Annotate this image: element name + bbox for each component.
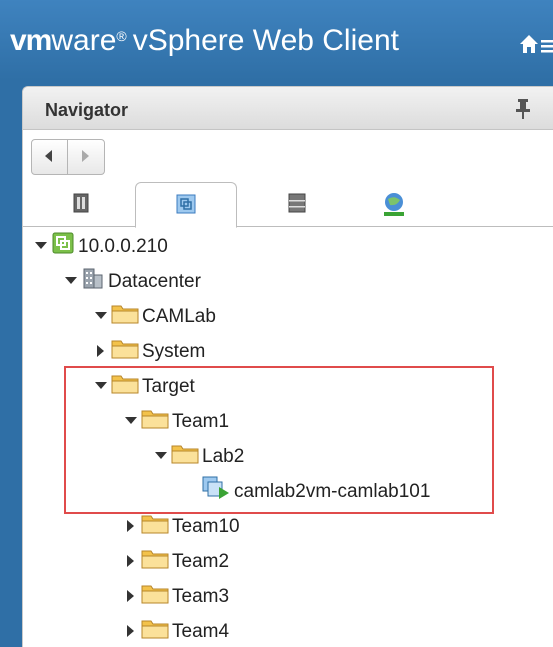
- product-name: vSphere Web Client: [132, 24, 399, 57]
- history-nav: [31, 139, 105, 175]
- forward-arrow-icon: [82, 150, 89, 162]
- collapse-arrow-icon[interactable]: [123, 623, 139, 639]
- hosts-clusters-tab[interactable]: [31, 182, 131, 226]
- collapse-arrow-icon[interactable]: [123, 518, 139, 534]
- tree-node-system[interactable]: System: [93, 337, 205, 365]
- vcenter-icon: [51, 231, 75, 261]
- network-icon: [384, 193, 404, 216]
- tree-node-datacenter[interactable]: Datacenter: [63, 267, 201, 295]
- tree-node-team2[interactable]: Team2: [123, 547, 229, 575]
- vms-templates-tab[interactable]: [135, 182, 237, 228]
- vm-templates-icon: [176, 194, 196, 214]
- collapse-arrow-icon[interactable]: [93, 343, 109, 359]
- folder-icon: [141, 547, 169, 575]
- navigator-panel: Navigator 10.0.0.210 Datacenter CAMLab S…: [22, 86, 553, 647]
- tree-label: System: [142, 340, 206, 362]
- folder-icon: [111, 337, 139, 365]
- tree-node-camlab[interactable]: CAMLab: [93, 302, 216, 330]
- tree-node-team10[interactable]: Team10: [123, 512, 240, 540]
- tree-label: Datacenter: [108, 270, 201, 292]
- tree-node-team4[interactable]: Team4: [123, 617, 229, 645]
- navigator-tabs: [23, 182, 553, 228]
- tree-node-vcenter[interactable]: 10.0.0.210: [33, 232, 168, 260]
- tree-label: CAMLab: [142, 305, 216, 327]
- folder-icon: [141, 512, 169, 540]
- home-icon[interactable]: [518, 32, 553, 56]
- collapse-arrow-icon[interactable]: [123, 553, 139, 569]
- brand-vm: vm: [10, 24, 52, 57]
- back-arrow-icon: [45, 150, 52, 162]
- navigator-header: Navigator: [23, 87, 553, 130]
- expand-arrow-icon[interactable]: [93, 308, 109, 324]
- folder-icon: [141, 617, 169, 645]
- tree-label: Team4: [172, 620, 230, 642]
- navigator-title: Navigator: [45, 100, 129, 120]
- datacenter-icon: [81, 266, 105, 296]
- storage-tab[interactable]: [247, 182, 347, 226]
- expand-arrow-icon[interactable]: [33, 238, 49, 254]
- tree-label: Team10: [172, 515, 240, 537]
- networking-tab[interactable]: [343, 182, 443, 226]
- host-icon: [73, 193, 89, 213]
- top-bar: vmware® vSphere Web Client: [0, 0, 553, 80]
- brand-registered: ®: [116, 28, 127, 44]
- tree-label: Team3: [172, 585, 230, 607]
- tree-label: 10.0.0.210: [78, 235, 168, 257]
- folder-icon: [141, 582, 169, 610]
- app-brand: vmware® vSphere Web Client: [10, 24, 399, 58]
- forward-button[interactable]: [68, 140, 103, 174]
- highlight-box: [64, 366, 494, 514]
- tree-label: Team2: [172, 550, 230, 572]
- back-button[interactable]: [32, 140, 68, 174]
- folder-icon: [111, 302, 139, 330]
- collapse-arrow-icon[interactable]: [123, 588, 139, 604]
- pin-icon[interactable]: [515, 98, 531, 120]
- expand-arrow-icon[interactable]: [63, 273, 79, 289]
- storage-icon: [288, 193, 306, 213]
- tree-node-team3[interactable]: Team3: [123, 582, 229, 610]
- brand-ware: ware: [51, 24, 117, 57]
